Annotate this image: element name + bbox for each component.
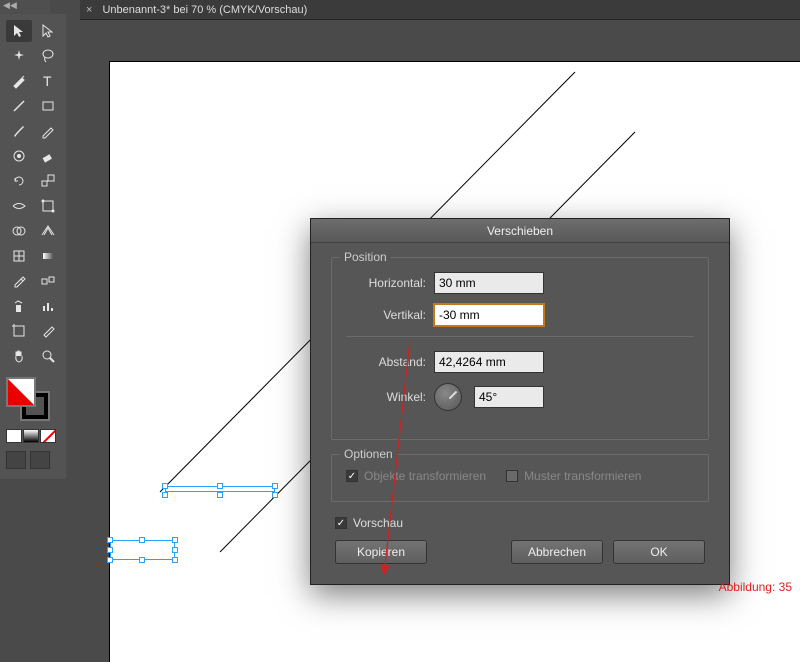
sel-handle[interactable] [107, 557, 113, 563]
vertical-input[interactable] [434, 304, 544, 326]
zoom-tool[interactable] [35, 345, 61, 367]
figure-caption: Abbildung: 35 [719, 580, 792, 594]
angle-input[interactable] [474, 386, 544, 408]
lasso-tool[interactable] [35, 45, 61, 67]
sel-handle[interactable] [217, 492, 223, 498]
pencil-tool[interactable] [35, 120, 61, 142]
cancel-button[interactable]: Abbrechen [511, 540, 603, 564]
scale-tool[interactable] [35, 170, 61, 192]
sel-handle[interactable] [172, 547, 178, 553]
magic-wand-tool[interactable] [6, 45, 32, 67]
annotation-arrow [380, 340, 420, 590]
sel-handle[interactable] [217, 483, 223, 489]
none-mode[interactable] [40, 429, 56, 443]
distance-input[interactable] [434, 351, 544, 373]
sel-handle[interactable] [107, 547, 113, 553]
blob-brush-tool[interactable] [6, 145, 32, 167]
sel-handle[interactable] [272, 483, 278, 489]
artboard-tool[interactable] [6, 320, 32, 342]
rotate-tool[interactable] [6, 170, 32, 192]
sel-handle[interactable] [107, 537, 113, 543]
draw-normal[interactable] [6, 451, 26, 469]
shape-builder-tool[interactable] [6, 220, 32, 242]
ruler [80, 62, 108, 600]
ok-button[interactable]: OK [613, 540, 705, 564]
hand-tool[interactable] [6, 345, 32, 367]
rectangle-tool[interactable] [35, 95, 61, 117]
move-dialog: Verschieben Position Horizontal: Vertika… [310, 218, 730, 585]
fill-stroke-swatch[interactable] [6, 377, 54, 425]
sel-handle[interactable] [162, 483, 168, 489]
gradient-mode[interactable] [23, 429, 39, 443]
sel-handle[interactable] [272, 492, 278, 498]
sel-handle[interactable] [172, 557, 178, 563]
width-tool[interactable] [6, 195, 32, 217]
horizontal-label: Horizontal: [346, 276, 426, 290]
document-tab[interactable]: × Unbenannt-3* bei 70 % (CMYK/Vorschau) [80, 0, 800, 20]
mesh-tool[interactable] [6, 245, 32, 267]
tools-panel: T [0, 14, 66, 479]
document-title: Unbenannt-3* bei 70 % (CMYK/Vorschau) [102, 4, 307, 16]
sel-handle[interactable] [172, 537, 178, 543]
position-legend: Position [340, 250, 391, 264]
sel-handle[interactable] [139, 557, 145, 563]
column-graph-tool[interactable] [35, 295, 61, 317]
symbol-sprayer-tool[interactable] [6, 295, 32, 317]
direct-selection-tool[interactable] [35, 20, 61, 42]
sel-handle[interactable] [139, 537, 145, 543]
horizontal-input[interactable] [434, 272, 544, 294]
eyedropper-tool[interactable] [6, 270, 32, 292]
close-tab-icon[interactable]: × [86, 4, 92, 16]
vertical-label: Vertikal: [346, 308, 426, 322]
free-transform-tool[interactable] [35, 195, 61, 217]
gradient-tool[interactable] [35, 245, 61, 267]
transform-patterns-checkbox: Muster transformieren [506, 469, 641, 483]
svg-text:T: T [43, 73, 52, 89]
dialog-title: Verschieben [311, 219, 729, 243]
pen-tool[interactable] [6, 70, 32, 92]
draw-behind[interactable] [30, 451, 50, 469]
angle-dial[interactable] [434, 383, 462, 411]
selection-tool[interactable] [6, 20, 32, 42]
eraser-tool[interactable] [35, 145, 61, 167]
panel-collapse[interactable]: ◀◀ [0, 0, 50, 14]
paintbrush-tool[interactable] [6, 120, 32, 142]
sel-handle[interactable] [162, 492, 168, 498]
color-mode[interactable] [6, 429, 22, 443]
blend-tool[interactable] [35, 270, 61, 292]
line-segment-tool[interactable] [6, 95, 32, 117]
slice-tool[interactable] [35, 320, 61, 342]
type-tool[interactable]: T [35, 70, 61, 92]
perspective-grid-tool[interactable] [35, 220, 61, 242]
